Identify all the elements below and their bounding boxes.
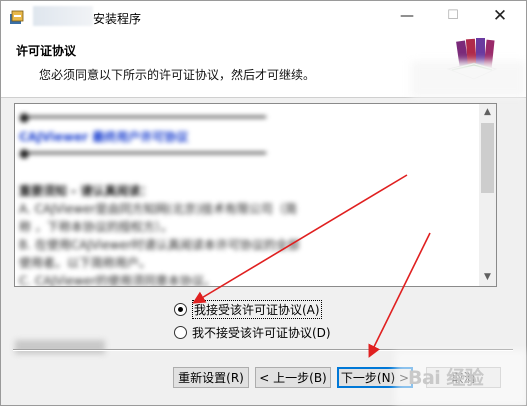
decline-radio[interactable]	[174, 325, 187, 339]
close-button[interactable]: ✕	[477, 1, 523, 33]
accept-radio-label[interactable]: 我接受该许可证协议(A)	[192, 299, 322, 319]
license-line: ●━━━━━━━━━━━━━━━━━━━━━━━━━━━━━━━━━━━━━━	[19, 110, 266, 124]
wizard-header: 许可证协议 您必须同意以下所示的许可证协议，然后才可继续。	[1, 33, 526, 98]
license-line: B. 在使用CAJViewer时请认真阅读本许可协议的全部	[19, 238, 300, 252]
page-subtitle: 您必须同意以下所示的许可证协议，然后才可继续。	[39, 68, 316, 82]
footer-brand-redacted	[15, 340, 105, 354]
accept-radio-option[interactable]: 我接受该许可证协议(A)	[174, 299, 322, 319]
accept-radio[interactable]	[174, 302, 187, 316]
license-line: C. CAJViewer的使用须同意本协议。	[19, 274, 216, 287]
scroll-down-arrow-icon[interactable]: ▼	[479, 269, 496, 286]
decline-radio-option[interactable]: 我不接受该许可证协议(D)	[174, 323, 331, 341]
license-line: ●━━━━━━━━━━━━━━━━━━━━━━━━━━━━━━━━━━━━━━	[19, 146, 266, 160]
reset-button[interactable]: 重新设置(R)	[173, 367, 249, 388]
maximize-button[interactable]: ☐	[430, 1, 476, 33]
back-button[interactable]: < 上一步(B)	[255, 367, 331, 388]
scroll-up-arrow-icon[interactable]: ▲	[479, 104, 496, 121]
page-title: 许可证协议	[16, 44, 77, 58]
license-line-heading: 重要须知 - 请认真阅读：	[19, 184, 153, 198]
license-text-box[interactable]: ●━━━━━━━━━━━━━━━━━━━━━━━━━━━━━━━━━━━━━━ …	[14, 103, 497, 287]
license-scrollbar[interactable]: ▲ ▼	[479, 104, 496, 286]
minimize-icon: —	[400, 8, 414, 24]
close-icon: ✕	[492, 6, 508, 26]
installer-app-icon	[10, 10, 24, 24]
maximize-icon: ☐	[447, 8, 459, 23]
title-redacted	[33, 6, 93, 26]
window-title: 安装程序	[93, 12, 142, 26]
minimize-button[interactable]: —	[384, 1, 430, 33]
installer-window: 安装程序 — ☐ ✕ 许可证协议 您必须同意以下所示的许可证协议，然后才可继续。…	[0, 0, 527, 406]
license-line: A. CAJViewer是由同方知网(北京)技术有限公司（简	[19, 202, 297, 216]
header-redacted-area	[411, 61, 526, 97]
scroll-thumb[interactable]	[481, 123, 494, 193]
license-line-title: CAJViewer 最终用户许可协议	[19, 130, 189, 144]
license-line: 称 ，下称本协议的授权方）。	[19, 220, 173, 234]
title-bar[interactable]: 安装程序 — ☐ ✕	[1, 1, 526, 33]
decline-radio-label[interactable]: 我不接受该许可证协议(D)	[192, 324, 331, 341]
license-line: 使用者。以下简称用户。	[19, 256, 152, 270]
baidu-watermark: Bai 经验	[408, 367, 484, 389]
